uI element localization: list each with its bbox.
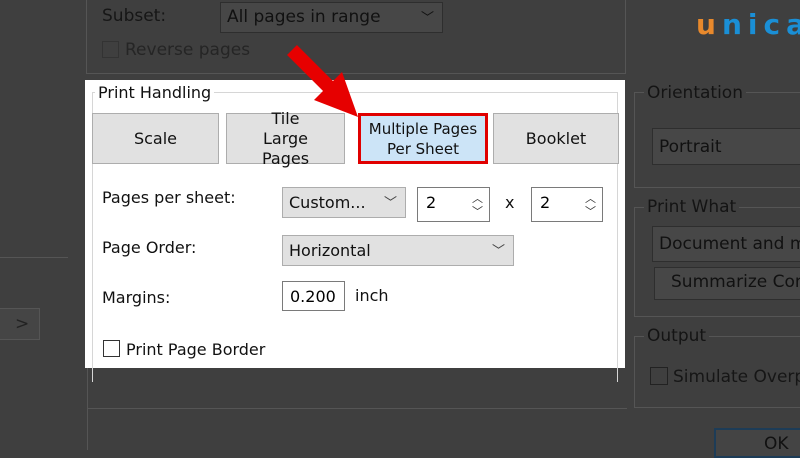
red-arrow-icon [287, 45, 358, 117]
